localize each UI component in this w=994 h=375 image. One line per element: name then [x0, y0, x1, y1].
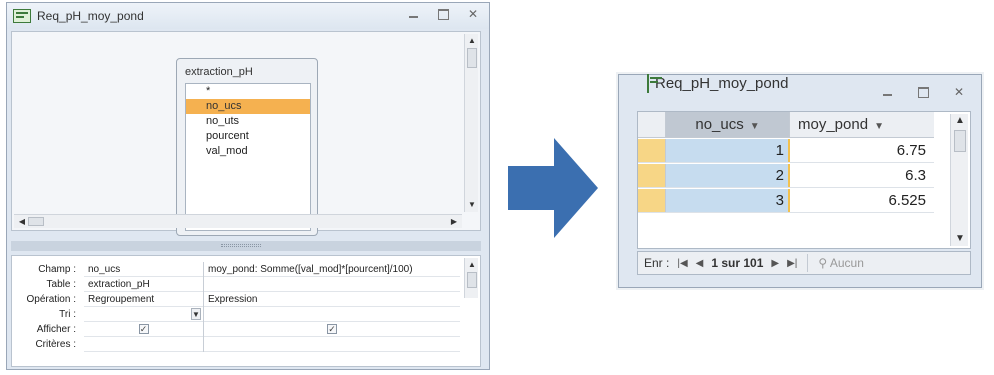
- filter-label: Aucun: [829, 256, 864, 270]
- scroll-thumb[interactable]: [467, 272, 477, 288]
- afficher-cell: ✓: [84, 322, 203, 337]
- filter-icon: ⚲: [818, 256, 828, 270]
- table-cell[interactable]: extraction_pH: [84, 277, 203, 292]
- table-field-list[interactable]: extraction_pH * no_ucs no_uts pourcent v…: [176, 58, 318, 236]
- cell-moy-pond[interactable]: 6.75: [790, 139, 932, 162]
- cell-no-ucs[interactable]: 1: [666, 139, 790, 162]
- next-record-icon[interactable]: ▶: [771, 258, 779, 269]
- row-label-table: Table :: [46, 279, 76, 290]
- afficher-cell: ✓: [204, 322, 460, 337]
- datasheet-header: no_ucs ▼ moy_pond ▼: [638, 112, 934, 138]
- close-button[interactable]: ✕: [465, 7, 481, 21]
- scroll-thumb[interactable]: [28, 217, 44, 226]
- field-list: * no_ucs no_uts pourcent val_mod: [185, 83, 311, 231]
- first-record-icon[interactable]: |◀: [677, 258, 687, 269]
- table-pane-horizontal-scrollbar[interactable]: ◀ ▶: [14, 214, 462, 228]
- operation-cell[interactable]: Regroupement: [84, 292, 203, 307]
- minimize-button[interactable]: [405, 7, 421, 21]
- scroll-left-icon[interactable]: ◀: [16, 216, 28, 227]
- criteres-cell[interactable]: [84, 337, 203, 352]
- minimize-button[interactable]: [879, 85, 895, 99]
- sort-dropdown-icon[interactable]: ▼: [874, 121, 884, 132]
- close-button[interactable]: ✕: [951, 85, 967, 99]
- query-design-window: Req_pH_moy_pond ✕ extraction_pH * no_ucs…: [6, 2, 490, 370]
- column-header-label: moy_pond: [798, 116, 869, 133]
- table-field-list-title: extraction_pH: [185, 66, 253, 78]
- field-item-selected[interactable]: no_ucs: [186, 99, 310, 114]
- query-icon: [13, 9, 31, 23]
- cell-moy-pond[interactable]: 6.525: [790, 189, 932, 212]
- datasheet-window-title: Req_pH_moy_pond: [655, 75, 789, 92]
- last-record-icon[interactable]: ▶|: [787, 258, 797, 269]
- datasheet: no_ucs ▼ moy_pond ▼ 1 6.75 2 6.3 3 6.525 ▲…: [637, 111, 971, 249]
- scroll-up-icon[interactable]: ▲: [467, 36, 477, 46]
- champ-cell[interactable]: no_ucs: [84, 262, 203, 277]
- record-navigation-bar: Enr : |◀ ◀ 1 sur 101 ▶ ▶| ⚲ Aucun: [637, 251, 971, 275]
- row-label-champ: Champ :: [38, 264, 76, 275]
- splitter-grip-icon[interactable]: [221, 244, 261, 247]
- column-header-no-ucs[interactable]: no_ucs ▼: [666, 112, 790, 137]
- maximize-button[interactable]: [915, 85, 931, 99]
- right-arrow-icon: [508, 138, 598, 238]
- pane-splitter[interactable]: [11, 241, 481, 251]
- scroll-up-icon[interactable]: ▲: [954, 116, 966, 126]
- tri-cell[interactable]: [204, 307, 460, 322]
- design-titlebar: Req_pH_moy_pond ✕: [7, 3, 489, 29]
- table-row[interactable]: 1 6.75: [638, 139, 934, 163]
- row-label-tri: Tri :: [59, 309, 76, 320]
- scroll-down-icon[interactable]: ▼: [954, 234, 966, 244]
- tri-cell[interactable]: ▼: [84, 307, 203, 322]
- scroll-thumb[interactable]: [954, 130, 966, 152]
- champ-cell[interactable]: moy_pond: Somme([val_mod]*[pourcent]/100…: [204, 262, 460, 277]
- query-design-grid: Champ : Table : Opération : Tri : Affich…: [11, 255, 481, 367]
- row-selector[interactable]: [638, 189, 666, 212]
- column-header-moy-pond[interactable]: moy_pond ▼: [790, 112, 932, 137]
- afficher-checkbox[interactable]: ✓: [138, 324, 149, 334]
- maximize-button[interactable]: [435, 7, 451, 21]
- operation-cell[interactable]: Expression: [204, 292, 460, 307]
- row-label-operation: Opération :: [26, 294, 76, 305]
- cell-no-ucs[interactable]: 2: [666, 164, 790, 187]
- criteres-cell[interactable]: [204, 337, 460, 352]
- grid-row-labels: Champ : Table : Opération : Tri : Affich…: [12, 262, 78, 352]
- table-row[interactable]: 2 6.3: [638, 164, 934, 188]
- datasheet-window: Req_pH_moy_pond ✕ no_ucs ▼ moy_pond ▼ 1 6.…: [618, 74, 982, 288]
- row-selector[interactable]: [638, 139, 666, 162]
- cell-moy-pond[interactable]: 6.3: [790, 164, 932, 187]
- divider: [807, 254, 809, 272]
- row-selector[interactable]: [638, 164, 666, 187]
- dropdown-arrow-icon[interactable]: ▼: [191, 308, 201, 320]
- record-label: Enr :: [644, 256, 670, 270]
- table-row[interactable]: 3 6.525: [638, 189, 934, 213]
- field-item[interactable]: val_mod: [186, 144, 310, 159]
- table-pane: extraction_pH * no_ucs no_uts pourcent v…: [11, 31, 481, 236]
- table-cell[interactable]: [204, 277, 460, 292]
- previous-record-icon[interactable]: ◀: [696, 258, 704, 269]
- grid-vertical-scrollbar[interactable]: ▲: [464, 258, 478, 298]
- select-all-corner[interactable]: [638, 112, 666, 137]
- datasheet-titlebar: Req_pH_moy_pond ✕: [619, 74, 981, 111]
- sort-dropdown-icon[interactable]: ▼: [750, 121, 760, 132]
- scroll-right-icon[interactable]: ▶: [448, 216, 460, 227]
- scroll-thumb[interactable]: [467, 48, 477, 68]
- row-label-afficher: Afficher :: [36, 324, 76, 335]
- grid-column-2: moy_pond: Somme([val_mod]*[pourcent]/100…: [204, 262, 460, 352]
- column-header-label: no_ucs: [695, 116, 744, 133]
- field-item[interactable]: pourcent: [186, 129, 310, 144]
- row-label-criteres: Critères :: [35, 339, 76, 350]
- afficher-checkbox[interactable]: ✓: [327, 324, 337, 334]
- current-record-input[interactable]: 1 sur 101: [711, 256, 763, 270]
- grid-column-1: no_ucs extraction_pH Regroupement ▼ ✓: [84, 262, 204, 352]
- scroll-up-icon[interactable]: ▲: [467, 260, 477, 269]
- field-item[interactable]: *: [186, 84, 310, 99]
- field-item[interactable]: no_uts: [186, 114, 310, 129]
- datasheet-vertical-scrollbar[interactable]: ▲ ▼: [950, 114, 968, 246]
- table-pane-vertical-scrollbar[interactable]: ▲ ▼: [464, 34, 478, 212]
- cell-no-ucs[interactable]: 3: [666, 189, 790, 212]
- design-window-title: Req_pH_moy_pond: [37, 9, 144, 23]
- scroll-down-icon[interactable]: ▼: [467, 200, 477, 210]
- filter-indicator[interactable]: ⚲ Aucun: [818, 256, 864, 270]
- query-icon: [647, 74, 649, 93]
